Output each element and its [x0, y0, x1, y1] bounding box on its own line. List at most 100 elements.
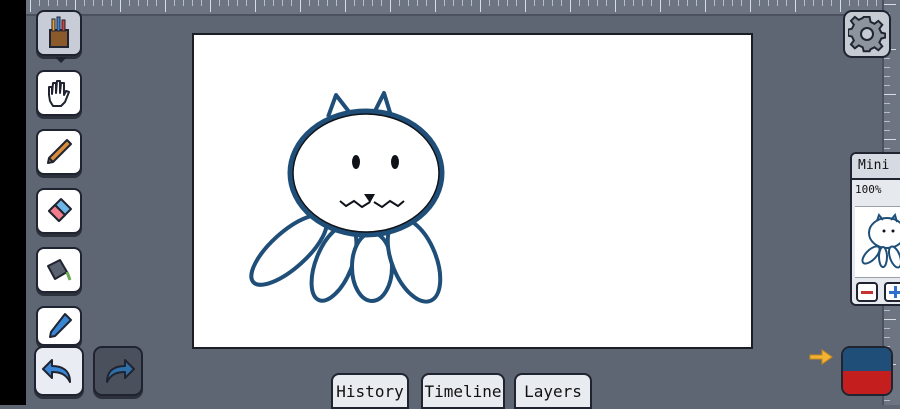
- ruler-tick: [309, 0, 310, 6]
- ruler-tick: [255, 0, 256, 12]
- ruler-tick: [327, 0, 328, 6]
- ruler-tick: [138, 0, 139, 6]
- primary-color: [843, 348, 891, 371]
- ruler-tick: [471, 0, 472, 6]
- pencil-tool-button[interactable]: [36, 129, 82, 175]
- redo-button[interactable]: [93, 346, 143, 396]
- ruler-tick: [884, 76, 890, 77]
- mini-canvas-thumbnail[interactable]: [855, 206, 900, 278]
- ruler-tick: [884, 103, 890, 104]
- ruler-tick: [444, 0, 445, 6]
- ruler-tick: [345, 0, 346, 12]
- ruler-tick: [642, 0, 643, 6]
- secondary-color: [843, 371, 891, 394]
- ruler-tick: [777, 0, 778, 6]
- ruler-tick: [759, 0, 760, 6]
- ruler-tick: [813, 0, 814, 6]
- ruler-tick: [147, 0, 148, 6]
- ruler-tick: [588, 0, 589, 6]
- ruler-tick: [884, 85, 890, 86]
- ruler-tick: [884, 67, 890, 68]
- minus-icon: [861, 290, 873, 294]
- ruler-tick: [192, 0, 193, 6]
- ruler-tick: [840, 0, 841, 12]
- pencil-icon: [47, 139, 72, 164]
- drawing-canvas[interactable]: [192, 33, 753, 349]
- ruler-tick: [597, 0, 598, 6]
- fill-tool-button[interactable]: [36, 247, 82, 293]
- brush-set-tool-button[interactable]: [36, 10, 82, 56]
- ruler-tick: [282, 0, 283, 6]
- gear-icon: [848, 15, 886, 53]
- hand-glove-icon: [48, 80, 70, 107]
- ruler-tick: [876, 0, 877, 6]
- ruler-tick: [884, 319, 896, 320]
- ruler-tick: [336, 0, 337, 6]
- ruler-tick: [111, 0, 112, 6]
- ruler-tick: [156, 0, 157, 6]
- mini-zoom-out-button[interactable]: [856, 282, 878, 302]
- ruler-tick: [210, 0, 211, 12]
- ruler-tick: [498, 0, 499, 6]
- mini-zoom-in-button[interactable]: [884, 282, 900, 302]
- ruler-tick: [768, 0, 769, 6]
- ruler-tick: [570, 0, 571, 12]
- ruler-tick: [633, 0, 634, 6]
- settings-button[interactable]: [843, 10, 891, 58]
- mini-preview-panel[interactable]: Mini 100%: [850, 152, 900, 306]
- hand-tool-button[interactable]: [36, 70, 82, 116]
- ruler-tick: [606, 0, 607, 6]
- eyedropper-tool-button[interactable]: [36, 306, 82, 346]
- redo-arrow-icon: [106, 359, 135, 383]
- ruler-tick: [804, 0, 805, 6]
- ruler-tick: [884, 112, 890, 113]
- ruler-tick: [714, 0, 715, 6]
- ruler-tick: [696, 0, 697, 6]
- ruler-tick: [291, 0, 292, 6]
- ruler-tick: [884, 310, 890, 311]
- ruler-tick: [435, 0, 436, 12]
- ruler-tick: [678, 0, 679, 6]
- ruler-tick: [507, 0, 508, 6]
- ruler-tick: [390, 0, 391, 12]
- eyedropper-icon: [49, 313, 72, 338]
- color-swatch-button[interactable]: [841, 346, 893, 396]
- ruler-tick: [417, 0, 418, 6]
- ruler-tick: [884, 58, 890, 59]
- right-arrow-icon: [809, 349, 833, 365]
- ruler-tick: [884, 121, 890, 122]
- tab-timeline[interactable]: Timeline: [421, 373, 505, 409]
- undo-button[interactable]: [34, 346, 84, 396]
- undo-arrow-icon: [42, 359, 71, 383]
- ruler-tick: [615, 0, 616, 12]
- ruler-tick: [264, 0, 265, 6]
- ruler-tick: [624, 0, 625, 6]
- ruler-tick: [687, 0, 688, 6]
- ruler-tick: [93, 0, 94, 6]
- ruler-tick: [129, 0, 130, 6]
- eraser-icon: [48, 198, 72, 222]
- ruler-tick: [165, 0, 166, 12]
- ruler-tick: [39, 0, 40, 6]
- ruler-tick: [84, 0, 85, 6]
- ruler-tick: [102, 0, 103, 6]
- ruler-tick: [884, 337, 890, 338]
- ruler-tick: [246, 0, 247, 6]
- left-black-bar: [0, 0, 26, 405]
- ruler-tick: [786, 0, 787, 6]
- ruler-tick: [399, 0, 400, 6]
- ruler-tick: [660, 0, 661, 12]
- ruler-tick: [669, 0, 670, 6]
- ruler-tick: [867, 0, 868, 6]
- tab-layers[interactable]: Layers: [514, 373, 592, 409]
- ruler-tick: [174, 0, 175, 6]
- ruler-tick: [822, 0, 823, 6]
- ruler-tick: [66, 0, 67, 6]
- ruler-tick: [525, 0, 526, 12]
- tab-history[interactable]: History: [331, 373, 409, 409]
- ruler-tick: [858, 0, 859, 6]
- ruler-tick: [372, 0, 373, 6]
- mini-cat-drawing: [861, 212, 900, 269]
- eraser-tool-button[interactable]: [36, 188, 82, 234]
- ruler-tick: [354, 0, 355, 6]
